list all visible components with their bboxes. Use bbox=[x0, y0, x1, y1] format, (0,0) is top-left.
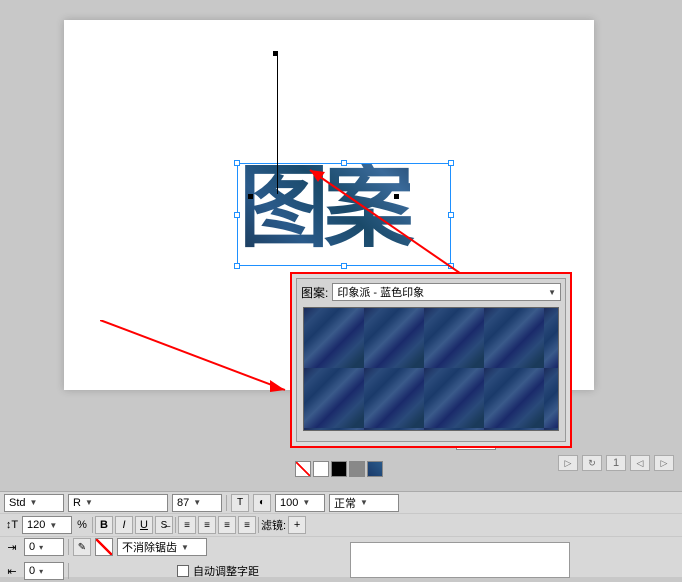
outdent-icon: ⇤ bbox=[4, 563, 20, 579]
font-family-select[interactable]: Std▼ bbox=[4, 494, 64, 512]
preview-box bbox=[350, 542, 570, 578]
annotation-arrow bbox=[100, 320, 290, 400]
indent-icon: ⇥ bbox=[4, 539, 20, 555]
format-toolbar: ↕T 120▼ % B I U S̶ ≡ ≡ ≡ ≡ 滤镜: + bbox=[0, 514, 682, 536]
outdent-input[interactable]: 0▾ bbox=[24, 562, 64, 580]
stroke-none-button[interactable] bbox=[95, 538, 113, 556]
align-justify-button[interactable]: ≡ bbox=[238, 516, 256, 534]
tracking-icon: % bbox=[74, 517, 90, 533]
align-right-button[interactable]: ≡ bbox=[218, 516, 236, 534]
text-tool-button[interactable]: T bbox=[231, 494, 249, 512]
transform-handle[interactable] bbox=[248, 194, 253, 199]
align-left-button[interactable]: ≡ bbox=[178, 516, 196, 534]
color-swatches bbox=[295, 461, 383, 477]
strikethrough-button[interactable]: S̶ bbox=[155, 516, 173, 534]
pattern-preview[interactable] bbox=[303, 307, 559, 431]
playback-controls: ▷ ↻ 1 ◁ ▷ bbox=[558, 455, 674, 471]
next-frame-button[interactable]: ▷ bbox=[654, 455, 674, 471]
font-size-select[interactable]: 87▼ bbox=[172, 494, 222, 512]
handle-bl[interactable] bbox=[234, 263, 240, 269]
filter-label: 滤镜: bbox=[261, 517, 286, 533]
loop-button[interactable]: ↻ bbox=[582, 455, 602, 471]
blend-mode-select[interactable]: 正常▼ bbox=[329, 494, 399, 512]
swatch-white[interactable] bbox=[313, 461, 329, 477]
dropdown-icon: ▼ bbox=[548, 288, 556, 297]
indent-input[interactable]: 0▾ bbox=[24, 538, 64, 556]
align-center-button[interactable]: ≡ bbox=[198, 516, 216, 534]
underline-button[interactable]: U bbox=[135, 516, 153, 534]
pencil-button[interactable]: ✎ bbox=[73, 538, 91, 556]
pattern-select[interactable]: 印象派 - 蓝色印象 ▼ bbox=[332, 283, 561, 301]
opacity-icon: ◐ bbox=[253, 494, 271, 512]
leading-icon: ↕T bbox=[4, 517, 20, 533]
pattern-selected: 印象派 - 蓝色印象 bbox=[337, 284, 424, 300]
font-toolbar: Std▼ R▼ 87▼ T ◐ 100▼ 正常▼ bbox=[0, 491, 682, 513]
italic-button[interactable]: I bbox=[115, 516, 133, 534]
leading-input[interactable]: 120▼ bbox=[22, 516, 72, 534]
play-button[interactable]: ▷ bbox=[558, 455, 578, 471]
spacing-toolbar: ⇥ 0▾ ✎ 不消除锯齿▼ ⇤ 0▾ 自动调整字距 bbox=[0, 537, 682, 577]
swatch-pattern[interactable] bbox=[367, 461, 383, 477]
center-line bbox=[277, 54, 278, 194]
handle-tl[interactable] bbox=[234, 160, 240, 166]
pattern-panel: 图案: 印象派 - 蓝色印象 ▼ bbox=[290, 272, 572, 448]
autokern-checkbox[interactable] bbox=[177, 565, 189, 577]
add-filter-button[interactable]: + bbox=[288, 516, 306, 534]
swatch-gradient[interactable] bbox=[349, 461, 365, 477]
prev-frame-button[interactable]: ◁ bbox=[630, 455, 650, 471]
font-style-select[interactable]: R▼ bbox=[68, 494, 168, 512]
annotation-arrow bbox=[290, 160, 470, 280]
swatch-none[interactable] bbox=[295, 461, 311, 477]
swatch-black[interactable] bbox=[331, 461, 347, 477]
pattern-label: 图案: bbox=[301, 284, 328, 301]
frame-display[interactable]: 1 bbox=[606, 455, 626, 471]
antialias-select[interactable]: 不消除锯齿▼ bbox=[117, 538, 207, 556]
bold-button[interactable]: B bbox=[95, 516, 113, 534]
handle-ml[interactable] bbox=[234, 212, 240, 218]
autokern-label: 自动调整字距 bbox=[193, 563, 259, 579]
opacity-input[interactable]: 100▼ bbox=[275, 494, 325, 512]
